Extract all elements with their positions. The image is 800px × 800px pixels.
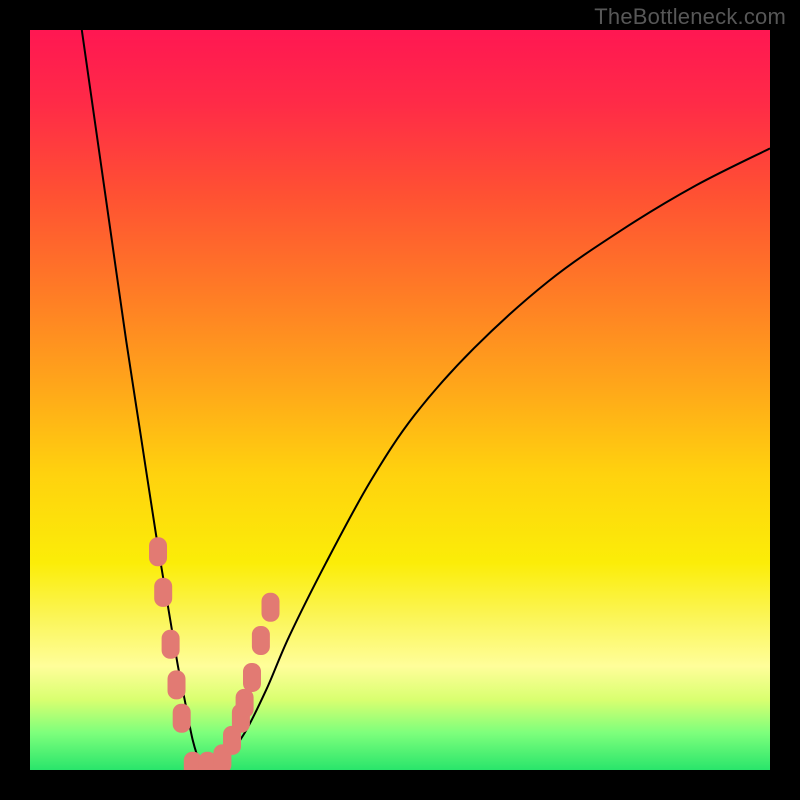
background-gradient	[30, 30, 770, 770]
plot-area	[30, 30, 770, 770]
chart-frame: TheBottleneck.com	[0, 0, 800, 800]
watermark-text: TheBottleneck.com	[594, 4, 786, 30]
